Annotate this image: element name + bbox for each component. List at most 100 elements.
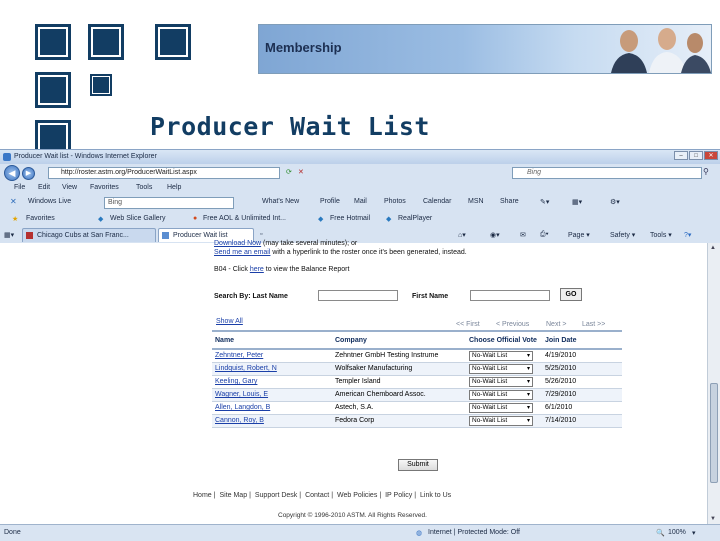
live-search-input[interactable]: Bing — [104, 197, 234, 209]
member-name-link[interactable]: Lindquist, Robert, N — [215, 365, 277, 372]
new-tab-icon[interactable]: ▫ — [260, 231, 262, 238]
zoom-icon[interactable]: 🔍 — [656, 529, 665, 537]
fav-realplayer[interactable]: RealPlayer — [398, 215, 432, 222]
tab-label: Chicago Cubs at San Franc... — [37, 232, 129, 239]
download-line: Download Now (may take several minutes);… — [214, 240, 357, 247]
help-icon[interactable]: ?▾ — [684, 231, 691, 239]
footer-link-site-map[interactable]: Site Map — [219, 492, 247, 499]
footer-link-contact[interactable]: Contact — [305, 492, 329, 499]
footer-link-link-to-us[interactable]: Link to Us — [420, 492, 451, 499]
link-profile[interactable]: Profile — [320, 198, 340, 205]
zoom-dropdown-icon[interactable]: ▾ — [692, 529, 696, 537]
print-icon[interactable]: ⎙▾ — [540, 231, 549, 239]
menu-favorites[interactable]: Favorites — [90, 184, 119, 191]
menu-view[interactable]: View — [62, 184, 77, 191]
vertical-scrollbar[interactable]: ▲ ▼ — [707, 243, 720, 524]
download-now-link[interactable]: Download Now — [214, 240, 261, 247]
safety-menu[interactable]: Safety ▾ — [610, 231, 635, 239]
scroll-up-icon[interactable]: ▲ — [710, 245, 716, 251]
logo-square — [88, 24, 124, 60]
back-arrow-icon[interactable]: ◀ — [4, 165, 20, 181]
go-button[interactable]: GO — [560, 288, 582, 301]
maximize-button[interactable]: □ — [689, 151, 703, 160]
footer-link-support-desk[interactable]: Support Desk — [255, 492, 297, 499]
link-mail[interactable]: Mail — [354, 198, 367, 205]
balance-here-link[interactable]: here — [250, 266, 264, 273]
feeds-icon[interactable]: ◉▾ — [490, 231, 500, 239]
member-name-link[interactable]: Cannon, Roy, B — [215, 417, 264, 424]
footer-links: Home | Site Map | Support Desk | Contact | W… — [193, 492, 452, 499]
join-date-cell: 6/1/2010 — [542, 401, 622, 415]
pager-first[interactable]: << First — [456, 321, 480, 328]
zoom-level[interactable]: 100% — [668, 529, 686, 536]
search-icon[interactable]: ⚲ — [703, 167, 709, 176]
pager-last[interactable]: Last >> — [582, 321, 605, 328]
home-icon[interactable]: ⌂▾ — [458, 231, 466, 239]
footer-link-ip-policy[interactable]: IP Policy — [385, 492, 412, 499]
menu-tools[interactable]: Tools — [136, 184, 152, 191]
refresh-icon[interactable]: ⟳ — [286, 168, 292, 176]
link-whats-new[interactable]: What's New — [262, 198, 299, 205]
footer-link-home[interactable]: Home — [193, 492, 212, 499]
join-date-cell: 7/14/2010 — [542, 414, 622, 428]
send-email-link[interactable]: Send me an email — [214, 249, 270, 256]
tab-chicago-cubs[interactable]: Chicago Cubs at San Franc... — [22, 228, 156, 242]
download-text: (may take several minutes); or — [261, 240, 358, 247]
close-button[interactable]: ✕ — [704, 151, 718, 160]
b04-code: B04 — [214, 266, 227, 273]
vote-select[interactable]: No-Wait List — [469, 376, 533, 387]
vote-select[interactable]: No-Wait List — [469, 402, 533, 413]
link-calendar[interactable]: Calendar — [423, 198, 451, 205]
member-name-link[interactable]: Keeling, Gary — [215, 378, 257, 385]
vote-select[interactable]: No-Wait List — [469, 389, 533, 400]
footer-link-web-policies[interactable]: Web Policies — [337, 492, 377, 499]
table-row: Zehntner, Peter Zehntner GmbH Testing In… — [212, 349, 622, 363]
member-name-link[interactable]: Allen, Langdon, B — [215, 404, 270, 411]
read-mail-icon[interactable]: ✉ — [520, 231, 526, 239]
minimize-button[interactable]: – — [674, 151, 688, 160]
link-msn[interactable]: MSN — [468, 198, 484, 205]
pager-next[interactable]: Next > — [546, 321, 566, 328]
fav-web-slice-gallery[interactable]: Web Slice Gallery — [110, 215, 166, 222]
fav-free-aol[interactable]: Free AOL & Unlimited Int... — [203, 215, 286, 222]
people-photo — [611, 28, 711, 73]
quick-tabs-icon[interactable]: ▦▾ — [4, 231, 14, 239]
vote-select[interactable]: No-Wait List — [469, 350, 533, 361]
join-date-cell: 5/25/2010 — [542, 362, 622, 376]
link-share[interactable]: Share — [500, 198, 519, 205]
menu-help[interactable]: Help — [167, 184, 181, 191]
first-name-label: First Name — [412, 293, 449, 300]
first-name-input[interactable] — [470, 290, 550, 301]
grid-icon[interactable]: ▦▾ — [572, 198, 582, 206]
stop-icon[interactable]: ✕ — [298, 168, 304, 176]
forward-arrow-icon[interactable]: ▶ — [22, 167, 35, 180]
table-row: Keeling, Gary Templer Island No-Wait Lis… — [212, 375, 622, 389]
member-name-link[interactable]: Wagner, Louis, E — [215, 391, 268, 398]
favorites-label[interactable]: Favorites — [26, 215, 55, 222]
aol-icon: ● — [193, 215, 198, 222]
logo-square — [90, 74, 112, 96]
gear-icon[interactable]: ⚙▾ — [610, 198, 620, 206]
menu-edit[interactable]: Edit — [38, 184, 50, 191]
page-menu[interactable]: Page ▾ — [568, 231, 590, 239]
logo-square — [35, 120, 71, 153]
last-name-input[interactable] — [318, 290, 398, 301]
favorites-star-icon[interactable]: ★ — [12, 215, 18, 223]
fav-free-hotmail[interactable]: Free Hotmail — [330, 215, 370, 222]
tools-menu[interactable]: Tools ▾ — [650, 231, 672, 239]
pager-previous[interactable]: < Previous — [496, 321, 529, 328]
realplayer-icon: ◆ — [386, 216, 392, 223]
search-input[interactable]: Bing — [512, 167, 702, 179]
scroll-down-icon[interactable]: ▼ — [710, 516, 716, 522]
address-input[interactable]: http://roster.astm.org/ProducerWaitList.… — [48, 167, 280, 179]
menu-file[interactable]: File — [14, 184, 25, 191]
show-all-link[interactable]: Show All — [216, 318, 243, 325]
vote-select[interactable]: No-Wait List — [469, 363, 533, 374]
submit-button[interactable]: Submit — [398, 459, 438, 471]
scroll-thumb[interactable] — [710, 383, 718, 483]
link-photos[interactable]: Photos — [384, 198, 406, 205]
member-name-link[interactable]: Zehntner, Peter — [215, 352, 263, 359]
pencil-icon[interactable]: ✎▾ — [540, 198, 549, 206]
vote-select[interactable]: No-Wait List — [469, 415, 533, 426]
windows-live-label[interactable]: Windows Live — [28, 198, 71, 205]
